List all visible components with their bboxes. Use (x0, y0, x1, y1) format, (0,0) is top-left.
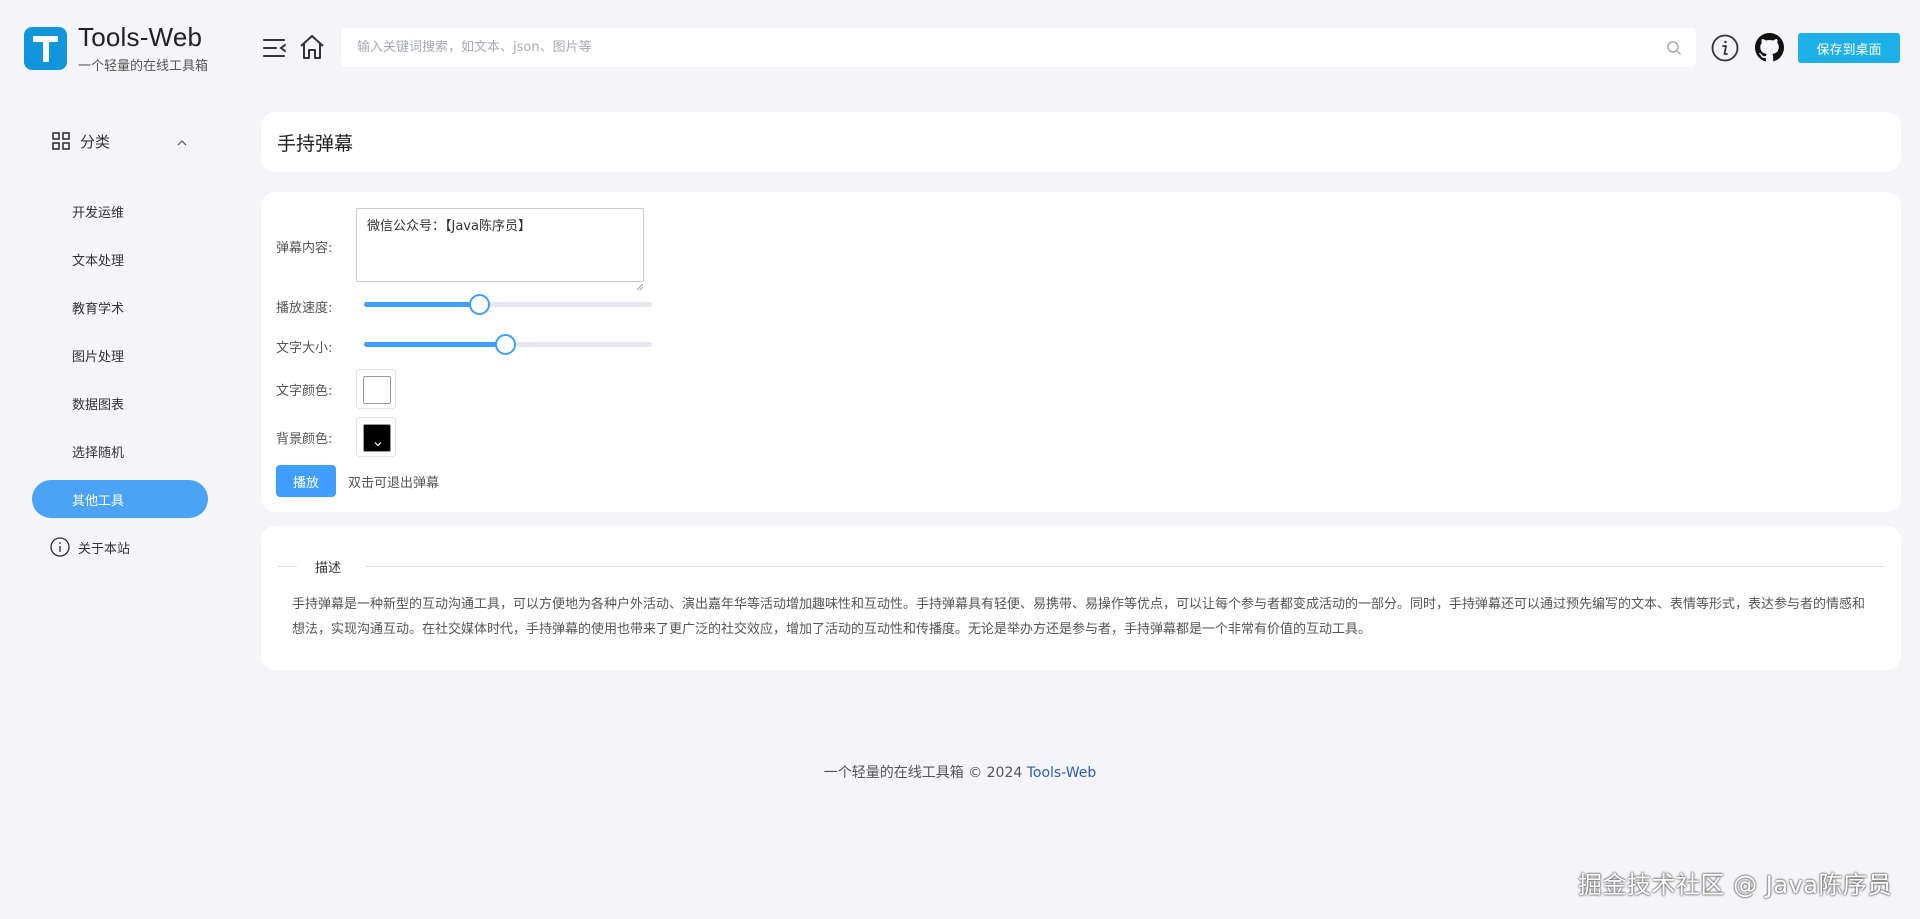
speed-label: 播放速度: (276, 301, 333, 316)
speed-slider[interactable] (364, 294, 652, 315)
play-button[interactable]: 播放 (276, 465, 336, 497)
sidebar-item-about[interactable]: 关于本站 (50, 536, 130, 558)
play-hint: 双击可退出弹幕 (348, 476, 440, 491)
sidebar-item-education[interactable]: 教育学术 (32, 288, 208, 326)
sidebar-item-data-chart[interactable]: 数据图表 (32, 384, 208, 422)
text-color-label: 文字颜色: (276, 384, 333, 399)
size-slider[interactable] (364, 334, 652, 355)
danmu-form: 弹幕内容: 播放速度: 文字大小: 文字颜色: 背景颜色: 播放 双击可退出弹幕 (261, 192, 1901, 512)
footer-text: 一个轻量的在线工具箱 © 2024 (823, 765, 1023, 781)
page-title: 手持弹幕 (277, 133, 354, 155)
sidebar-item-label: 文本处理 (72, 253, 125, 269)
resize-handle-icon[interactable] (636, 275, 644, 291)
save-to-desktop-button[interactable]: 保存到桌面 (1798, 33, 1900, 63)
sidebar-about-label: 关于本站 (78, 541, 131, 557)
sidebar-item-random[interactable]: 选择随机 (32, 432, 208, 470)
chevron-down-icon (373, 434, 383, 447)
brand-subtitle: 一个轻量的在线工具箱 (78, 59, 209, 74)
sidebar-item-image[interactable]: 图片处理 (32, 336, 208, 374)
danmu-content-input[interactable] (356, 208, 644, 282)
sidebar-item-label: 开发运维 (72, 205, 125, 221)
page-title-card: 手持弹幕 (261, 112, 1901, 172)
github-icon[interactable] (1755, 33, 1784, 62)
size-slider-fill (364, 342, 506, 347)
divider (277, 566, 297, 567)
sidebar-category-toggle[interactable]: 分类 (52, 128, 197, 154)
sidebar-item-label: 选择随机 (72, 445, 125, 461)
logo[interactable] (24, 27, 67, 70)
bg-color-label: 背景颜色: (276, 432, 333, 447)
bg-color-swatch (363, 424, 391, 452)
description-title: 描述 (315, 561, 342, 576)
watermark: 掘金技术社区 @ Java陈序员 (1578, 871, 1892, 899)
search-icon[interactable] (1666, 40, 1682, 56)
sidebar-category-label: 分类 (80, 132, 111, 151)
info-icon (50, 537, 70, 557)
description-text: 手持弹幕是一种新型的互动沟通工具，可以方便地为各种户外活动、演出嘉年华等活动增加… (292, 597, 1866, 637)
sidebar-item-label: 数据图表 (72, 397, 125, 413)
footer: 一个轻量的在线工具箱 © 2024 Tools-Web (0, 762, 1920, 782)
sidebar-item-other-tools[interactable]: 其他工具 (32, 480, 208, 518)
size-label: 文字大小: (276, 341, 333, 356)
sidebar-item-label: 教育学术 (72, 301, 125, 317)
footer-link[interactable]: Tools-Web (1027, 765, 1097, 781)
text-color-swatch (363, 376, 391, 404)
info-icon[interactable] (1711, 34, 1739, 62)
grid-icon (52, 132, 70, 150)
search-input[interactable] (341, 28, 1696, 67)
brand-title[interactable]: Tools-Web (78, 22, 202, 53)
chevron-up-icon (176, 135, 188, 147)
size-slider-handle[interactable] (495, 334, 517, 355)
sidebar-item-label: 图片处理 (72, 349, 125, 365)
search-bar[interactable] (341, 28, 1696, 67)
sidebar-item-label: 其他工具 (72, 493, 125, 509)
speed-slider-fill (364, 302, 480, 307)
menu-fold-icon[interactable] (262, 36, 288, 60)
text-color-picker[interactable] (356, 369, 396, 409)
logo-letter-stem (42, 36, 49, 62)
description-card: 描述 手持弹幕是一种新型的互动沟通工具，可以方便地为各种户外活动、演出嘉年华等活… (261, 526, 1901, 670)
content-label: 弹幕内容: (276, 241, 333, 256)
divider (365, 566, 1885, 567)
home-icon[interactable] (298, 33, 326, 61)
bg-color-picker[interactable] (356, 417, 396, 457)
sidebar-item-devops[interactable]: 开发运维 (32, 192, 208, 230)
sidebar-item-text[interactable]: 文本处理 (32, 240, 208, 278)
speed-slider-handle[interactable] (469, 294, 491, 315)
